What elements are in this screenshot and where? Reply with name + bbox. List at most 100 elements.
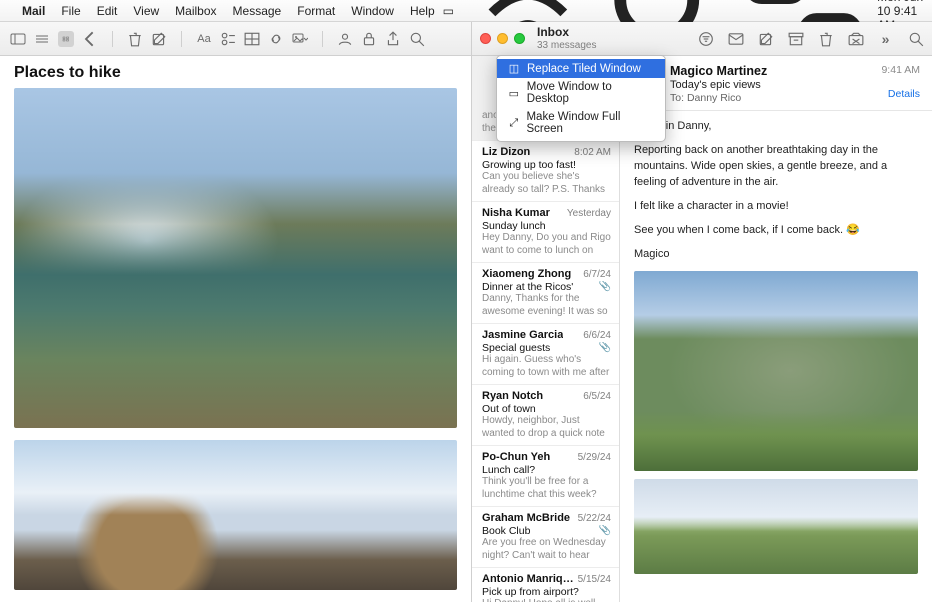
attachment-icon: 📎 bbox=[599, 342, 611, 353]
archive-icon[interactable] bbox=[788, 31, 804, 47]
details-button[interactable]: Details bbox=[881, 88, 920, 100]
message-subject: Book Club bbox=[482, 525, 530, 537]
menu-move-desktop[interactable]: ▭ Move Window to Desktop bbox=[497, 78, 665, 108]
mailbox-title: Inbox bbox=[537, 26, 596, 39]
message-subject: Pick up from airport? bbox=[482, 586, 611, 598]
trash-icon[interactable] bbox=[127, 31, 143, 47]
message-date: 5/29/24 bbox=[578, 452, 611, 463]
search-mail-icon[interactable] bbox=[908, 31, 924, 47]
body-line: Magico bbox=[634, 247, 918, 263]
message-row[interactable]: Jasmine Garcia6/6/24 Special guests📎 Hi … bbox=[472, 324, 619, 385]
table-icon[interactable] bbox=[244, 31, 260, 47]
filter-icon[interactable] bbox=[698, 31, 714, 47]
menu-item-label: Replace Tiled Window bbox=[527, 63, 641, 75]
body-line: Reporting back on another breathtaking d… bbox=[634, 143, 918, 191]
envelope-icon[interactable] bbox=[728, 31, 744, 47]
menu-view[interactable]: View bbox=[125, 4, 167, 18]
reading-pane: Magico Martinez Today's epic views To: D… bbox=[620, 56, 932, 602]
body-line: Hi again Danny, bbox=[634, 119, 918, 135]
search-left-icon[interactable] bbox=[409, 31, 425, 47]
format-icon[interactable]: Aa bbox=[196, 31, 212, 47]
message-preview: Hi Danny! Hope all is well with you. I'm… bbox=[482, 598, 611, 602]
note-image-arch bbox=[14, 440, 457, 590]
email-image-hills bbox=[634, 479, 918, 574]
window-zoom-menu: ◫ Replace Tiled Window ▭ Move Window to … bbox=[496, 55, 666, 142]
message-from: Jasmine Garcia bbox=[482, 329, 563, 341]
macos-menubar: Mail File Edit View Mailbox Message Form… bbox=[0, 0, 932, 22]
message-row[interactable]: Ryan Notch6/5/24 Out of town Howdy, neig… bbox=[472, 385, 619, 446]
message-row[interactable]: Graham McBride 5/22/24 Book Club 📎 Are you… bbox=[472, 507, 619, 568]
menu-help[interactable]: Help bbox=[402, 4, 443, 18]
message-from: Ryan Notch bbox=[482, 390, 543, 402]
message-subject: Out of town bbox=[482, 403, 611, 415]
reading-from: Magico Martinez bbox=[670, 64, 873, 78]
attachment-icon: 📎 bbox=[599, 281, 611, 292]
message-preview: Are you free on Wednesday night? Can't w… bbox=[482, 537, 611, 561]
list-icon[interactable] bbox=[34, 31, 50, 47]
battery-icon[interactable]: ▭ bbox=[443, 4, 454, 18]
share-icon[interactable] bbox=[385, 31, 401, 47]
body-line: See you when I come back, if I come back… bbox=[634, 223, 918, 239]
note-body bbox=[0, 88, 471, 602]
to-label: To: bbox=[670, 92, 684, 104]
people-icon[interactable] bbox=[337, 31, 353, 47]
message-row[interactable]: Liz Dizon8:02 AM Growing up too fast! Ca… bbox=[472, 141, 619, 202]
message-row[interactable]: Antonio Manriquez5/15/24 Pick up from ai… bbox=[472, 568, 619, 602]
menu-format[interactable]: Format bbox=[289, 4, 343, 18]
message-body: Hi again Danny, Reporting back on anothe… bbox=[620, 111, 932, 584]
move-desktop-icon: ▭ bbox=[507, 87, 521, 100]
link-icon[interactable] bbox=[268, 31, 284, 47]
message-subject: Dinner at the Ricos' bbox=[482, 281, 573, 293]
message-header: Magico Martinez Today's epic views To: D… bbox=[620, 56, 932, 111]
window-close-icon[interactable] bbox=[480, 33, 491, 44]
reading-time: 9:41 AM bbox=[881, 64, 920, 76]
trash-mail-icon[interactable] bbox=[818, 31, 834, 47]
message-date: 6/7/24 bbox=[583, 269, 611, 280]
message-date: 8:02 AM bbox=[574, 147, 611, 158]
menu-mailbox[interactable]: Mailbox bbox=[167, 4, 224, 18]
note-image-river bbox=[14, 88, 457, 428]
menu-window[interactable]: Window bbox=[343, 4, 402, 18]
message-row[interactable]: Po-Chun Yeh5/29/24 Lunch call? Think you… bbox=[472, 446, 619, 507]
app-menu[interactable]: Mail bbox=[14, 4, 53, 18]
message-from: Antonio Manriquez bbox=[482, 573, 574, 585]
window-zoom-icon[interactable] bbox=[514, 33, 525, 44]
mail-window-header: Inbox 33 messages » bbox=[472, 22, 932, 56]
sidebar-icon[interactable] bbox=[10, 31, 26, 47]
message-from: Graham McBride bbox=[482, 512, 570, 524]
message-preview: Can you believe she's already so tall? P… bbox=[482, 171, 611, 195]
window-minimize-icon[interactable] bbox=[497, 33, 508, 44]
message-preview: Hi again. Guess who's coming to town wit… bbox=[482, 354, 611, 378]
message-preview: Hey Danny, Do you and Rigo want to come … bbox=[482, 232, 611, 256]
more-icon[interactable]: » bbox=[878, 31, 894, 47]
message-from: Nisha Kumar bbox=[482, 207, 550, 219]
fullscreen-icon: ⤢ bbox=[507, 117, 520, 130]
left-window: Aa Places to hike bbox=[0, 22, 472, 602]
junk-icon[interactable] bbox=[848, 31, 864, 47]
message-date: Yesterday bbox=[567, 208, 611, 219]
menu-fullscreen[interactable]: ⤢ Make Window Full Screen bbox=[497, 108, 665, 138]
grid-icon[interactable] bbox=[58, 31, 74, 47]
menu-edit[interactable]: Edit bbox=[89, 4, 126, 18]
note-title: Places to hike bbox=[0, 56, 471, 88]
body-line: I felt like a character in a movie! bbox=[634, 199, 918, 215]
menu-file[interactable]: File bbox=[53, 4, 88, 18]
compose-mail-icon[interactable] bbox=[758, 31, 774, 47]
lock-dropdown-icon[interactable] bbox=[361, 31, 377, 47]
checklist-icon[interactable] bbox=[220, 31, 236, 47]
message-row[interactable]: Nisha Kumar Yesterday Sunday lunch Hey Da… bbox=[472, 202, 619, 263]
mailbox-count: 33 messages bbox=[537, 40, 596, 51]
message-date: 5/22/24 bbox=[578, 513, 611, 524]
message-row[interactable]: Xiaomeng Zhong6/7/24 Dinner at the Ricos… bbox=[472, 263, 619, 324]
message-subject: Lunch call? bbox=[482, 464, 611, 476]
menu-item-label: Make Window Full Screen bbox=[526, 111, 655, 135]
message-subject: Sunday lunch bbox=[482, 220, 611, 232]
message-date: 6/5/24 bbox=[583, 391, 611, 402]
photo-dropdown-icon[interactable] bbox=[292, 31, 308, 47]
back-icon[interactable] bbox=[82, 31, 98, 47]
menu-replace-tiled[interactable]: ◫ Replace Tiled Window bbox=[497, 59, 665, 78]
attachment-icon: 📎 bbox=[599, 525, 611, 536]
mail-window: Inbox 33 messages » ◫ Replace Tiled Wind… bbox=[472, 22, 932, 602]
compose-icon[interactable] bbox=[151, 31, 167, 47]
menu-message[interactable]: Message bbox=[225, 4, 290, 18]
